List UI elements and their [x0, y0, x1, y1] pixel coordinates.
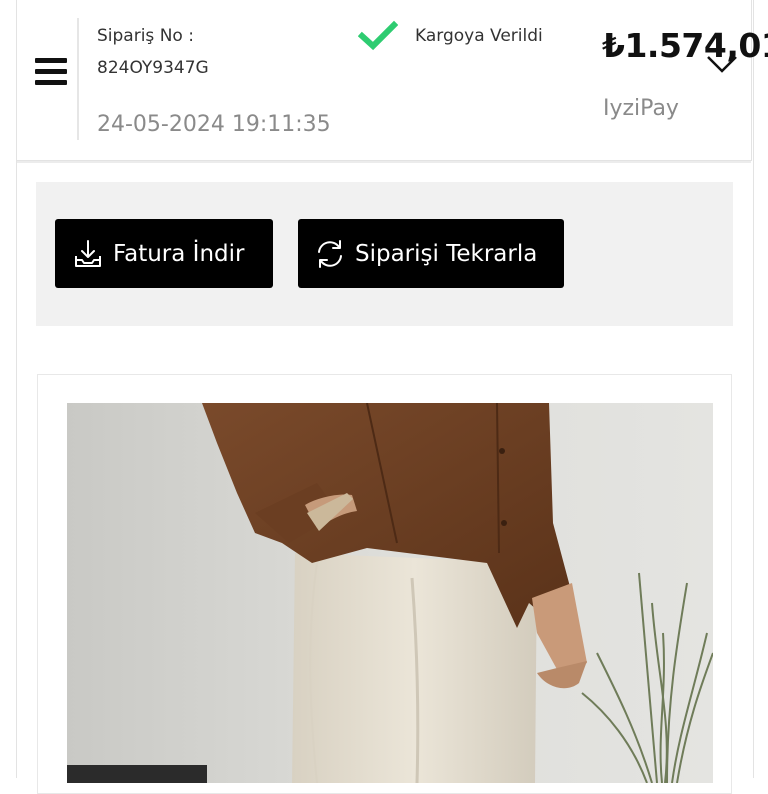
reorder-button[interactable]: Siparişi Tekrarla: [298, 219, 564, 288]
order-number-value: 824OY9347G: [97, 58, 209, 78]
header-divider: [17, 161, 751, 163]
checkmark-icon: [358, 20, 398, 51]
refresh-cycle-icon: [318, 239, 342, 268]
order-detail-page: Sipariş No : 824OY9347G 24-05-2024 19:11…: [0, 0, 768, 794]
order-date: 24-05-2024 19:11:35: [97, 112, 331, 137]
product-card: [37, 374, 732, 794]
order-total: ₺1.574,01: [602, 26, 768, 65]
divider: [77, 18, 79, 140]
hamburger-menu-icon[interactable]: [35, 58, 67, 88]
shipping-status: Kargoya Verildi: [415, 26, 543, 46]
download-tray-icon: [75, 239, 101, 267]
order-actions-panel: Fatura İndir Siparişi Tekrarla: [36, 182, 733, 326]
chevron-down-icon[interactable]: [704, 52, 740, 76]
payment-method: IyziPay: [603, 96, 679, 121]
reorder-label: Siparişi Tekrarla: [355, 240, 538, 267]
product-photo[interactable]: [67, 403, 713, 783]
download-invoice-label: Fatura İndir: [113, 240, 245, 267]
order-summary-header: Sipariş No : 824OY9347G 24-05-2024 19:11…: [16, 0, 768, 163]
download-invoice-button[interactable]: Fatura İndir: [55, 219, 273, 288]
order-number-label: Sipariş No :: [97, 26, 194, 46]
